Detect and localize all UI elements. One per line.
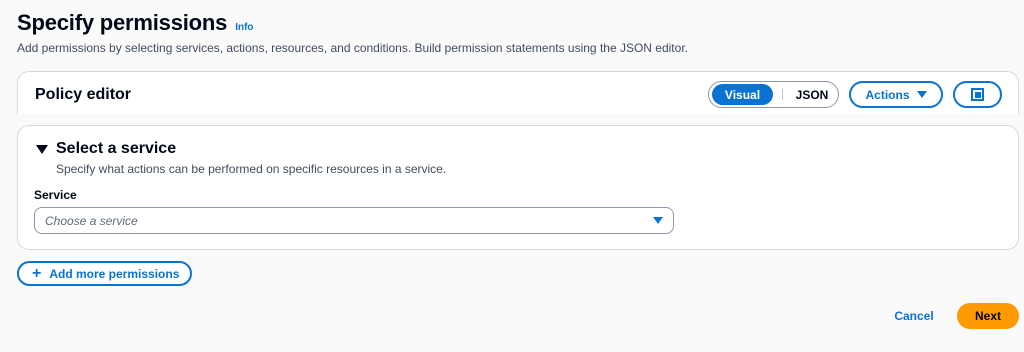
cancel-button[interactable]: Cancel [890, 303, 938, 329]
service-select[interactable]: Choose a service [34, 207, 674, 234]
toggle-divider [782, 89, 783, 100]
page-title: Specify permissions [17, 10, 228, 35]
actions-label: Actions [865, 87, 910, 102]
policy-editor-header: Policy editor Visual JSON Actions [17, 71, 1019, 114]
page-title-row: Specify permissions Info [17, 10, 254, 36]
select-service-panel: Select a service Specify what actions ca… [17, 125, 1019, 250]
fullscreen-button[interactable] [953, 81, 1002, 108]
visual-mode-button[interactable]: Visual [712, 84, 773, 105]
info-link[interactable]: Info [235, 22, 253, 33]
service-field-label: Service [34, 188, 77, 202]
fullscreen-icon [971, 88, 984, 101]
select-service-description: Specify what actions can be performed on… [56, 162, 447, 176]
select-service-heading[interactable]: Select a service [56, 140, 176, 158]
actions-dropdown-button[interactable]: Actions [849, 81, 943, 108]
policy-editor-title: Policy editor [35, 86, 132, 103]
editor-mode-toggle: Visual JSON [708, 81, 839, 108]
page-description: Add permissions by selecting services, a… [17, 41, 688, 55]
json-mode-button[interactable]: JSON [792, 84, 832, 105]
caret-down-icon [653, 217, 663, 224]
expand-caret-icon[interactable] [36, 145, 48, 154]
plus-icon: + [32, 264, 42, 282]
add-more-permissions-label: Add more permissions [49, 266, 180, 281]
caret-down-icon [916, 91, 927, 98]
next-button[interactable]: Next [957, 303, 1019, 329]
add-more-permissions-button[interactable]: + Add more permissions [17, 261, 192, 286]
service-select-placeholder: Choose a service [45, 213, 138, 228]
